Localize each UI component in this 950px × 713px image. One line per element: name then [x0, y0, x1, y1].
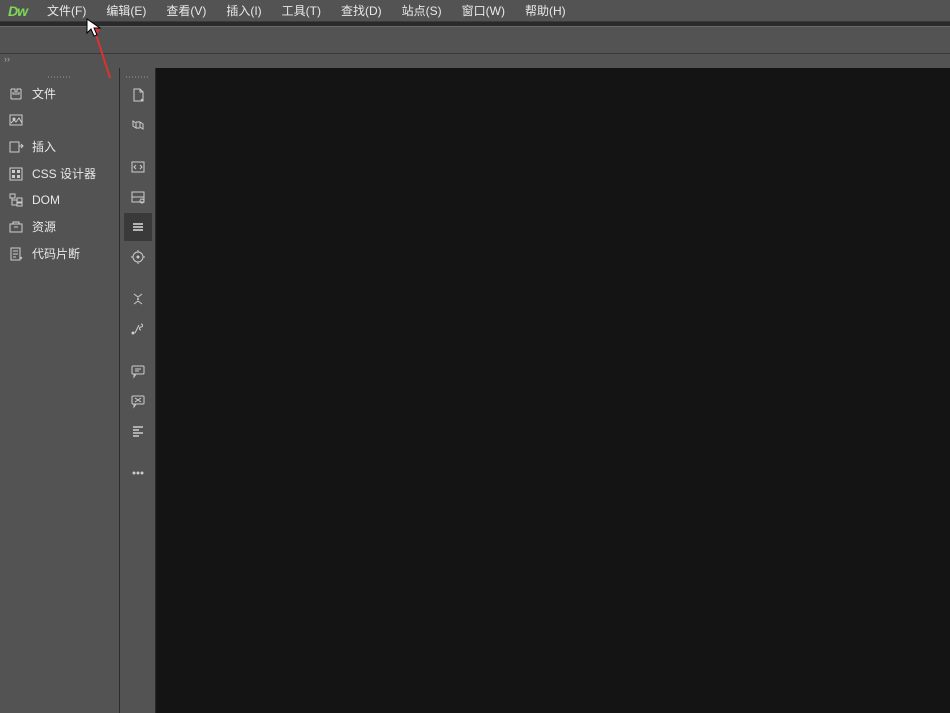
menu-find[interactable]: 查找(D)	[331, 0, 392, 22]
menu-file[interactable]: 文件(F)	[37, 0, 96, 22]
menu-edit[interactable]: 编辑(E)	[96, 0, 156, 22]
panel-libraries[interactable]	[0, 107, 119, 133]
panel-label: DOM	[32, 193, 60, 207]
menu-view[interactable]: 查看(V)	[156, 0, 216, 22]
tool-wrap-tag[interactable]	[124, 417, 152, 445]
panel-files[interactable]: 文件	[0, 80, 119, 107]
tool-apply-comment[interactable]	[124, 357, 152, 385]
menu-window[interactable]: 窗口(W)	[452, 0, 515, 22]
tool-new-document[interactable]	[124, 81, 152, 109]
panel-assets[interactable]: 资源	[0, 213, 119, 240]
tool-split-view[interactable]	[124, 183, 152, 211]
tool-format-source[interactable]	[124, 315, 152, 343]
snippets-icon	[8, 246, 24, 262]
panel-label: 资源	[32, 218, 56, 235]
tool-code-view[interactable]	[124, 153, 152, 181]
tool-inspect[interactable]	[124, 243, 152, 271]
panel-label: CSS 设计器	[32, 165, 96, 182]
libraries-icon	[8, 112, 24, 128]
panel-snippets[interactable]: 代码片断	[0, 240, 119, 267]
toolbar-row	[0, 26, 950, 54]
insert-icon	[8, 139, 24, 155]
main-area: 文件 插入 CSS 设计器 DOM	[0, 68, 950, 713]
panel-dom[interactable]: DOM	[0, 187, 119, 213]
menu-site[interactable]: 站点(S)	[392, 0, 452, 22]
tool-grip[interactable]	[126, 74, 150, 80]
panel-label: 代码片断	[32, 245, 80, 262]
menu-help[interactable]: 帮助(H)	[515, 0, 576, 22]
side-panel: 文件 插入 CSS 设计器 DOM	[0, 68, 120, 713]
tool-live-view[interactable]	[124, 213, 152, 241]
panel-label: 插入	[32, 138, 56, 155]
panel-insert[interactable]: 插入	[0, 133, 119, 160]
panel-label: 文件	[32, 85, 56, 102]
panel-css-designer[interactable]: CSS 设计器	[0, 160, 119, 187]
tool-column	[120, 68, 156, 713]
dom-icon	[8, 192, 24, 208]
panel-collapse-toggle[interactable]: ››	[0, 54, 950, 68]
assets-icon	[8, 219, 24, 235]
tool-file-management[interactable]	[124, 111, 152, 139]
menubar: Dw 文件(F) 编辑(E) 查看(V) 插入(I) 工具(T) 查找(D) 站…	[0, 0, 950, 22]
files-icon	[8, 86, 24, 102]
tool-remove-comment[interactable]	[124, 387, 152, 415]
css-designer-icon	[8, 166, 24, 182]
tool-more-options[interactable]	[124, 459, 152, 487]
menu-tools[interactable]: 工具(T)	[272, 0, 331, 22]
editor-canvas[interactable]	[156, 68, 950, 713]
app-logo: Dw	[4, 3, 37, 19]
tool-collapse-selection[interactable]	[124, 285, 152, 313]
menu-insert[interactable]: 插入(I)	[216, 0, 271, 22]
